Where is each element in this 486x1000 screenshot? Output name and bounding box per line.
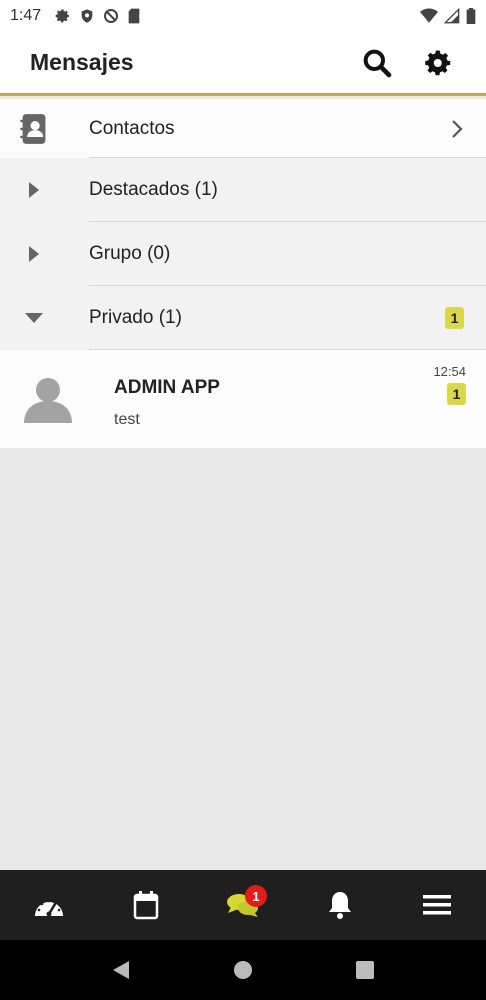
- group-row-privado[interactable]: Privado (1) 1: [0, 286, 486, 350]
- chat-item[interactable]: ADMIN APP test 12:54 1: [0, 350, 486, 448]
- nav-dashboard[interactable]: [19, 875, 79, 935]
- speedometer-icon: [34, 899, 63, 917]
- status-bar: 1:47: [0, 0, 486, 32]
- hamburger-menu-icon: [423, 895, 452, 915]
- chat-preview: test: [114, 411, 140, 428]
- sdcard-status-icon: [128, 8, 140, 24]
- contacts-label: Contactos: [89, 117, 175, 139]
- search-button[interactable]: [360, 46, 394, 80]
- person-avatar-icon: [24, 378, 72, 423]
- system-nav-bar: [0, 940, 486, 1000]
- status-icons: [55, 8, 141, 24]
- caret-right-icon: [28, 182, 39, 198]
- nav-menu[interactable]: [407, 875, 467, 935]
- nav-notifications[interactable]: [310, 875, 370, 935]
- group-label: Grupo (0): [89, 243, 171, 264]
- group-row-destacados[interactable]: Destacados (1): [0, 158, 486, 222]
- signal-status-icon: [444, 8, 460, 24]
- group-trail: 1: [445, 307, 464, 329]
- caret-down-icon: [24, 313, 43, 323]
- group-toggle: [0, 312, 89, 324]
- home-circle-icon: [234, 961, 252, 979]
- group-toggle: [0, 245, 89, 263]
- group-label: Destacados (1): [89, 179, 218, 200]
- chat-meta: 12:54 1: [433, 364, 466, 405]
- page-title: Mensajes: [30, 49, 134, 75]
- chat-time: 12:54: [433, 364, 466, 379]
- nav-calendar[interactable]: [116, 875, 176, 935]
- gear-icon: [425, 50, 451, 75]
- caret-right-icon: [28, 246, 39, 262]
- group-toggle: [0, 181, 89, 199]
- dnd-status-icon: [104, 9, 119, 23]
- unread-badge: 1: [445, 307, 464, 329]
- shield-status-icon: [81, 9, 93, 23]
- app-header: Mensajes: [0, 32, 486, 96]
- status-right-icons: [420, 8, 476, 24]
- contacts-row[interactable]: Contactos: [0, 99, 486, 158]
- recents-square-icon: [356, 961, 374, 979]
- avatar: [0, 350, 114, 448]
- bell-icon: [329, 892, 352, 919]
- system-home-button[interactable]: [223, 950, 263, 990]
- chevron-right-icon: [452, 119, 463, 138]
- wifi-status-icon: [420, 8, 438, 23]
- bottom-nav: 1: [0, 870, 486, 940]
- contacts-book-icon: [19, 113, 45, 144]
- system-recents-button[interactable]: [345, 950, 385, 990]
- group-label: Privado (1): [89, 307, 182, 328]
- search-icon: [363, 49, 392, 77]
- calendar-icon: [133, 891, 159, 920]
- group-row-grupo[interactable]: Grupo (0): [0, 222, 486, 286]
- chat-unread-badge: 1: [447, 383, 466, 405]
- chat-content: ADMIN APP test: [114, 350, 220, 448]
- back-triangle-icon: [113, 961, 129, 979]
- settings-status-icon: [55, 9, 70, 23]
- status-time: 1:47: [10, 7, 42, 24]
- header-actions: [360, 46, 456, 80]
- nav-messages[interactable]: 1: [213, 875, 273, 935]
- settings-button[interactable]: [422, 46, 456, 80]
- contacts-lead: [0, 113, 89, 145]
- system-back-button[interactable]: [101, 950, 141, 990]
- contacts-trail: [450, 118, 464, 140]
- chat-name: ADMIN APP: [114, 377, 220, 398]
- messages-badge: 1: [244, 885, 267, 907]
- message-list: Contactos Destacados (1) Grupo (0) Priva…: [0, 99, 486, 448]
- battery-status-icon: [466, 8, 476, 24]
